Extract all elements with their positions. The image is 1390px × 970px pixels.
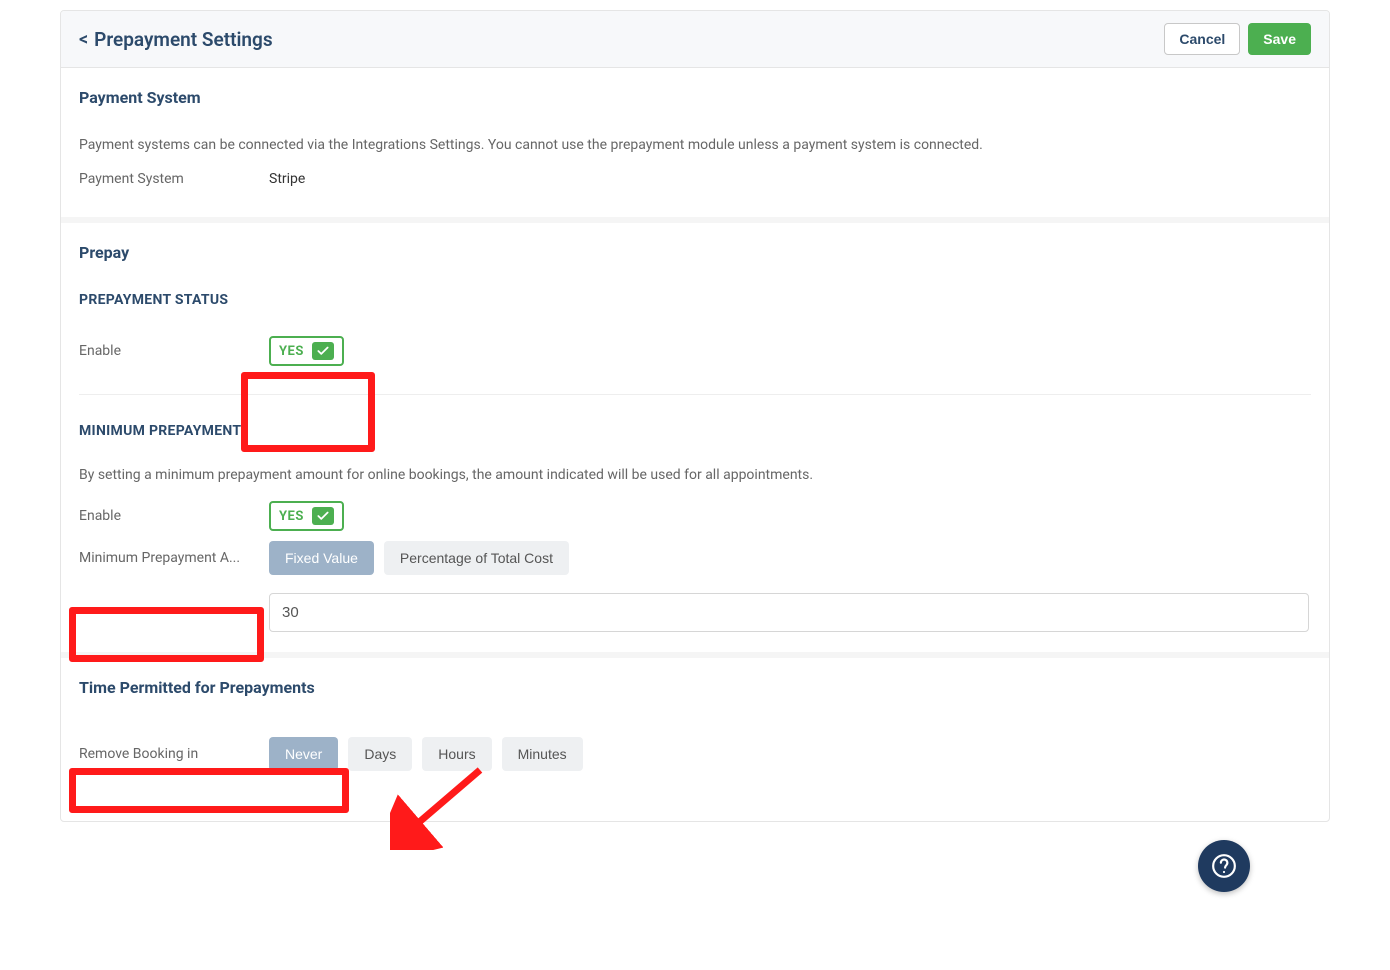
prepayment-type-percentage[interactable]: Percentage of Total Cost (384, 541, 569, 575)
save-button[interactable]: Save (1248, 23, 1311, 55)
minimum-prepayment-enable-label: Enable (79, 508, 269, 524)
payment-system-title: Payment System (79, 88, 1311, 107)
minimum-prepayment-amount-input[interactable] (269, 593, 1309, 632)
minimum-prepayment-toggle[interactable]: YES (269, 501, 344, 531)
prepayment-type-segmented: Fixed Value Percentage of Total Cost (269, 541, 569, 575)
minimum-prepayment-amount-row: Minimum Prepayment A... Fixed Value Perc… (79, 541, 1311, 575)
prepay-title: Prepay (79, 243, 1311, 262)
payment-system-description: Payment systems can be connected via the… (79, 137, 1311, 153)
payment-system-section: Payment System Payment systems can be co… (61, 68, 1329, 223)
toggle-yes-text: YES (279, 344, 304, 359)
remove-booking-minutes[interactable]: Minutes (502, 737, 583, 771)
check-icon (312, 507, 334, 525)
remove-booking-days[interactable]: Days (348, 737, 412, 771)
remove-booking-row: Remove Booking in Never Days Hours Minut… (79, 737, 1311, 771)
page-title: Prepayment Settings (94, 28, 272, 51)
header-left: < Prepayment Settings (79, 28, 273, 51)
prepayment-status-row: Enable YES (79, 336, 1311, 366)
prepayment-status-heading: PREPAYMENT STATUS (79, 292, 1311, 308)
payment-system-label: Payment System (79, 171, 269, 187)
check-icon (312, 342, 334, 360)
toggle-yes-text: YES (279, 509, 304, 524)
remove-booking-never[interactable]: Never (269, 737, 338, 771)
minimum-prepayment-heading: MINIMUM PREPAYMENT (79, 423, 1311, 439)
remove-booking-hours[interactable]: Hours (422, 737, 491, 771)
back-chevron-icon[interactable]: < (79, 29, 88, 50)
divider (79, 394, 1311, 395)
prepayment-type-fixed-value[interactable]: Fixed Value (269, 541, 374, 575)
header-actions: Cancel Save (1164, 23, 1311, 55)
prepay-section: Prepay PREPAYMENT STATUS Enable YES MINI… (61, 223, 1329, 658)
help-icon (1211, 853, 1237, 879)
time-permitted-section: Time Permitted for Prepayments Remove Bo… (61, 658, 1329, 821)
cancel-button[interactable]: Cancel (1164, 23, 1240, 55)
minimum-prepayment-description: By setting a minimum prepayment amount f… (79, 467, 1311, 483)
payment-system-row: Payment System Stripe (79, 171, 1311, 187)
time-permitted-title: Time Permitted for Prepayments (79, 678, 1311, 697)
remove-booking-label: Remove Booking in (79, 746, 269, 762)
payment-system-value: Stripe (269, 171, 305, 187)
help-button[interactable] (1198, 840, 1250, 892)
prepayment-status-toggle[interactable]: YES (269, 336, 344, 366)
prepayment-status-enable-label: Enable (79, 343, 269, 359)
header-bar: < Prepayment Settings Cancel Save (61, 11, 1329, 68)
minimum-prepayment-amount-label: Minimum Prepayment A... (79, 550, 269, 566)
minimum-prepayment-enable-row: Enable YES (79, 501, 1311, 531)
remove-booking-segmented: Never Days Hours Minutes (269, 737, 583, 771)
